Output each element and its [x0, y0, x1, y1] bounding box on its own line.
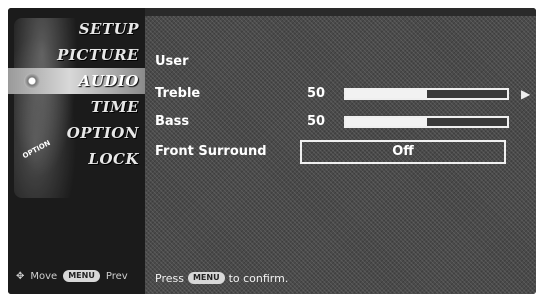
treble-label: Treble [155, 86, 201, 101]
move-label: Move [30, 270, 58, 282]
tv-menu-screen: SETUP PICTURE AUDIO TIME OPTION LOCK OPT… [8, 8, 536, 294]
treble-value: 50 [307, 86, 326, 101]
menu-item-label: LOCK [88, 150, 139, 168]
top-strip [145, 8, 536, 16]
menu-item-setup[interactable]: SETUP [8, 16, 145, 42]
bass-label: Bass [155, 114, 190, 129]
prev-label: Prev [105, 270, 128, 282]
dpad-icon: ✥ [16, 270, 25, 282]
bass-slider[interactable] [344, 116, 509, 128]
audio-disc-icon [24, 73, 40, 89]
menu-item-label: AUDIO [78, 72, 139, 90]
menu-item-audio[interactable]: AUDIO [8, 68, 145, 94]
treble-slider-fill [346, 90, 427, 98]
menu-item-time[interactable]: TIME [8, 94, 145, 120]
menu-item-option[interactable]: OPTION [8, 120, 145, 146]
treble-slider[interactable] [344, 88, 509, 100]
front-surround-value: Off [392, 144, 414, 159]
menu-item-label: OPTION [66, 124, 139, 142]
front-surround-value-box[interactable]: Off [300, 140, 506, 164]
menu-item-picture[interactable]: PICTURE [8, 42, 145, 68]
menu-item-label: PICTURE [57, 46, 139, 64]
menu-button-icon: MENU [187, 272, 225, 284]
menu-button-icon: MENU [63, 270, 100, 282]
footer-prefix: Press [155, 271, 184, 285]
left-footer: ✥ Move MENU Prev [16, 270, 128, 282]
bass-slider-fill [346, 118, 427, 126]
right-arrow-icon[interactable]: ▶ [521, 87, 530, 101]
footer-bar: Press MENU to confirm. [145, 262, 536, 294]
mode-label: User [155, 54, 189, 69]
menu-item-label: SETUP [78, 20, 139, 38]
audio-panel: User Treble 50 ▶ Bass 50 Front Surround … [145, 8, 536, 294]
bass-value: 50 [307, 114, 326, 129]
menu-item-label: TIME [90, 98, 139, 116]
front-surround-label: Front Surround [155, 144, 267, 159]
left-menu: SETUP PICTURE AUDIO TIME OPTION LOCK OPT… [8, 8, 145, 294]
footer-suffix: to confirm. [228, 271, 289, 285]
